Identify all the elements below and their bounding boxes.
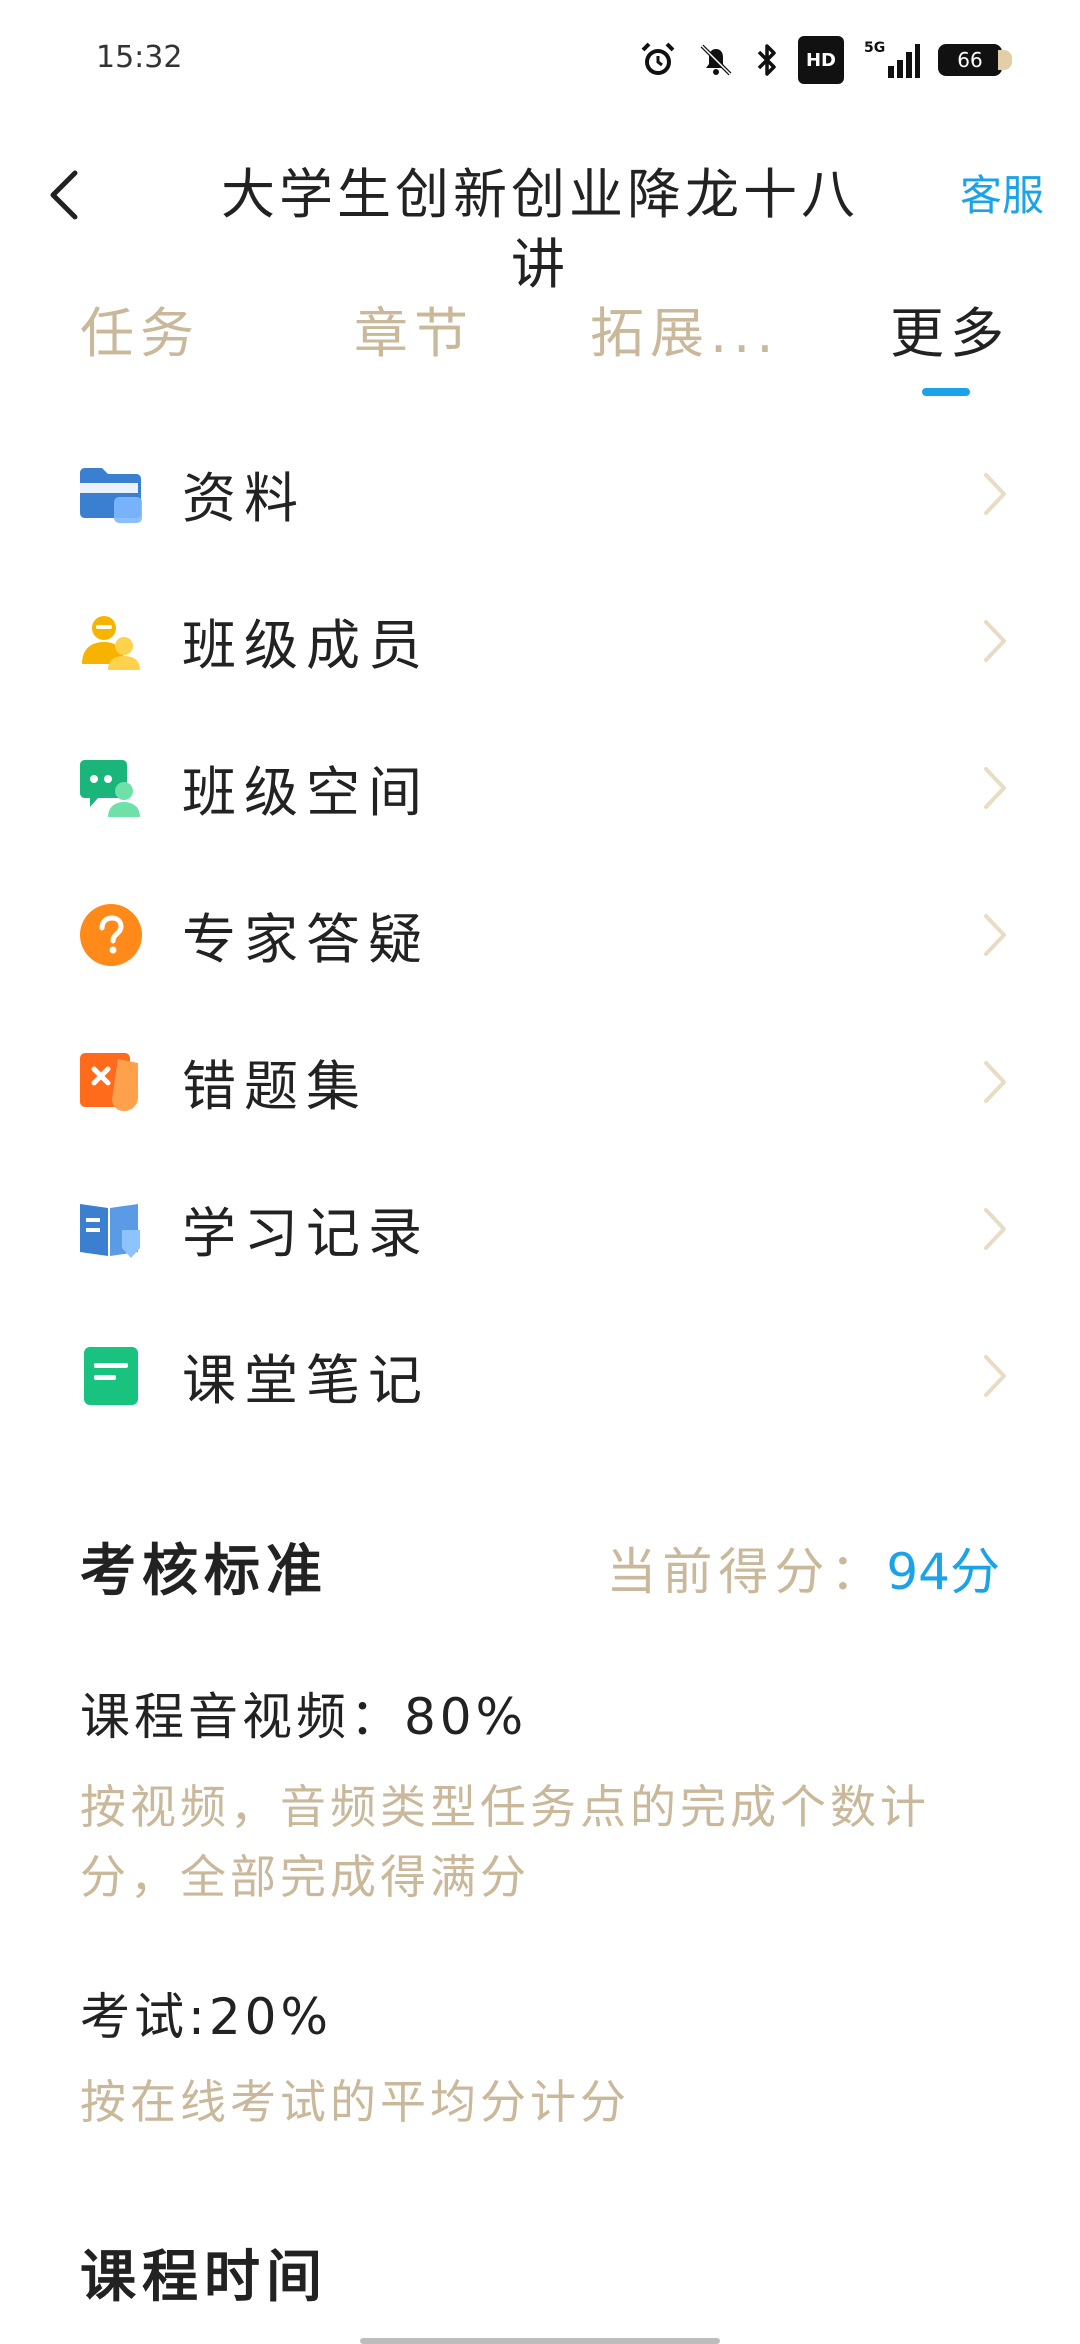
current-score: 当前得分：94分 (606, 1532, 1000, 1612)
menu-item-materials[interactable]: 资料 (0, 420, 1080, 567)
menu-item-label: 课堂笔记 (182, 1349, 430, 1412)
wrong-questions-icon (80, 1052, 138, 1111)
tab-tasks[interactable]: 任务 (80, 294, 200, 374)
page-title: 大学生创新创业降龙十八讲 (221, 163, 859, 296)
criterion-title: 考试:20% (80, 1988, 332, 2046)
customer-service-link[interactable]: 客服 (960, 164, 1044, 228)
tab-chapters[interactable]: 章节 (354, 294, 474, 374)
chevron-right-icon (984, 1207, 1006, 1250)
folder-icon (80, 467, 142, 523)
svg-text:5G: 5G (864, 40, 885, 56)
menu-item-label: 班级成员 (182, 614, 430, 677)
tab-more[interactable]: 更多 (890, 294, 1010, 374)
menu-item-label: 班级空间 (182, 761, 430, 824)
assessment-title: 考核标准 (80, 1539, 328, 1604)
study-record-icon (80, 1203, 140, 1258)
chevron-right-icon (984, 1060, 1006, 1103)
menu-item-class-notes[interactable]: 课堂笔记 (0, 1302, 1080, 1449)
mute-bell-icon (696, 40, 736, 80)
chevron-right-icon (984, 1354, 1006, 1397)
menu-item-label: 错题集 (182, 1055, 368, 1118)
tab-extension[interactable]: 拓展... (590, 294, 780, 374)
home-indicator[interactable] (360, 2338, 720, 2344)
status-bar: 15:32 HD 5G 66 (0, 0, 1080, 120)
signal-icon: 5G (862, 40, 920, 80)
header: 大学生创新创业降龙十八讲 客服 (0, 140, 1080, 296)
menu-item-class-members[interactable]: 班级成员 (0, 567, 1080, 714)
question-icon (80, 903, 142, 966)
menu-item-expert-qa[interactable]: 专家答疑 (0, 861, 1080, 1008)
chevron-right-icon (984, 619, 1006, 662)
class-members-icon (82, 615, 140, 670)
score-label: 当前得分： (606, 1543, 887, 1601)
criterion-title: 课程音视频：80% (80, 1688, 528, 1746)
menu-item-label: 学习记录 (182, 1202, 430, 1265)
menu-item-class-space[interactable]: 班级空间 (0, 714, 1080, 861)
score-value: 94分 (886, 1543, 1000, 1601)
menu-list: 资料 班级成员 班级空间 专家答疑 错题集 学习记录 课堂笔记 (0, 420, 1080, 1449)
note-icon (84, 1346, 138, 1405)
chevron-left-icon (50, 170, 78, 220)
battery-icon: 66 (938, 44, 1012, 76)
tab-bar: 任务 章节 拓展... 更多 (0, 280, 1080, 410)
menu-item-study-record[interactable]: 学习记录 (0, 1155, 1080, 1302)
criterion-description: 按在线考试的平均分计分 (80, 2075, 630, 2129)
chevron-right-icon (984, 766, 1006, 809)
active-tab-indicator (922, 388, 970, 396)
alarm-icon (638, 40, 678, 80)
status-icons: HD 5G 66 (638, 36, 1012, 84)
chat-icon (80, 759, 140, 817)
hd-badge: HD (797, 36, 844, 84)
chevron-right-icon (984, 472, 1006, 515)
menu-item-label: 专家答疑 (182, 908, 430, 971)
course-time-title: 课程时间 (80, 2245, 328, 2310)
back-button[interactable] (30, 160, 100, 230)
bluetooth-icon (754, 40, 780, 80)
menu-item-wrong-questions[interactable]: 错题集 (0, 1008, 1080, 1155)
status-time: 15:32 (96, 40, 183, 75)
criterion-description: 按视频，音频类型任务点的完成个数计分，全部完成得满分 (80, 1780, 930, 1904)
chevron-right-icon (984, 913, 1006, 956)
menu-item-label: 资料 (182, 467, 306, 530)
